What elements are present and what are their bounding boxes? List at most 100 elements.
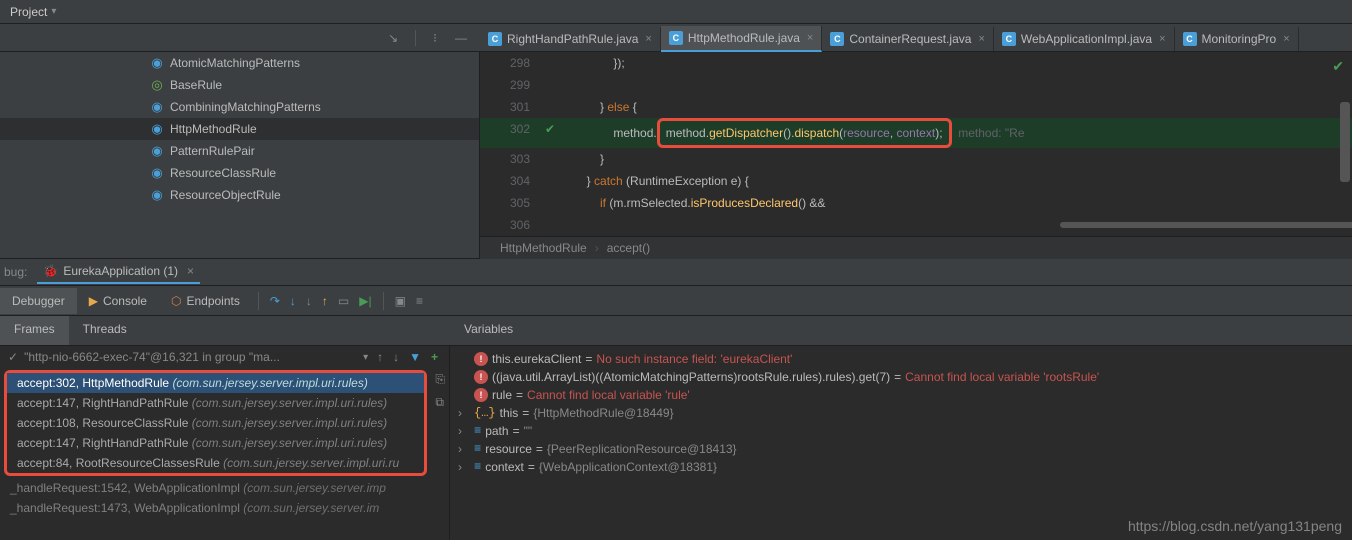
expand-icon[interactable]: › bbox=[458, 406, 470, 420]
copy-icon[interactable]: ⧉ bbox=[435, 395, 445, 410]
breadcrumb: HttpMethodRule › accept() bbox=[480, 236, 1352, 259]
console-tab[interactable]: ▶Console bbox=[77, 288, 159, 314]
tree-item-combiningmatchingpatterns[interactable]: ◉CombiningMatchingPatterns bbox=[0, 96, 479, 118]
debug-label: bug: bbox=[4, 265, 27, 279]
tree-item-atomicmatchingpatterns[interactable]: ◉AtomicMatchingPatterns bbox=[0, 52, 479, 74]
previous-frame-icon[interactable]: ↑ bbox=[374, 350, 386, 364]
frames-tab[interactable]: Frames bbox=[0, 316, 69, 345]
force-step-into-icon[interactable]: ↓ bbox=[301, 294, 317, 308]
java-file-icon: C bbox=[1183, 32, 1197, 46]
close-icon[interactable]: × bbox=[978, 33, 984, 45]
java-file-icon: C bbox=[830, 32, 844, 46]
expand-icon[interactable]: › bbox=[458, 424, 470, 438]
variable-row[interactable]: ›≡path = "" bbox=[450, 422, 1352, 440]
breakpoint-hit-icon: ✔ bbox=[540, 118, 560, 148]
project-label: Project bbox=[10, 5, 47, 19]
variables-panel: !this.eurekaClient = No such instance fi… bbox=[450, 346, 1352, 540]
run-to-cursor-icon[interactable]: ▶| bbox=[354, 294, 376, 308]
line-number: 298 bbox=[480, 52, 540, 74]
field-icon: ≡ bbox=[474, 442, 481, 456]
step-out-icon[interactable]: ↑ bbox=[317, 294, 333, 308]
breadcrumb-item[interactable]: HttpMethodRule bbox=[500, 241, 587, 255]
tab-httpmethodrule[interactable]: CHttpMethodRule.java× bbox=[661, 26, 823, 52]
vertical-scrollbar[interactable] bbox=[1340, 102, 1350, 182]
stack-frame[interactable]: accept:108, ResourceClassRule (com.sun.j… bbox=[7, 413, 424, 433]
stack-frame[interactable]: accept:147, RightHandPathRule (com.sun.j… bbox=[7, 433, 424, 453]
class-icon: ◉ bbox=[150, 122, 164, 136]
next-frame-icon[interactable]: ↓ bbox=[390, 350, 402, 364]
drop-frame-icon[interactable]: ▭ bbox=[333, 294, 354, 308]
variable-row[interactable]: ›≡resource = {PeerReplicationResource@18… bbox=[450, 440, 1352, 458]
tree-item-resourceobjectrule[interactable]: ◉ResourceObjectRule bbox=[0, 184, 479, 206]
collapse-icon[interactable]: ↘ bbox=[383, 31, 403, 45]
filter-icon[interactable]: ▼ bbox=[406, 350, 424, 364]
expand-icon[interactable]: › bbox=[458, 442, 470, 456]
error-icon: ! bbox=[474, 388, 488, 402]
tab-webapplicationimpl[interactable]: CWebApplicationImpl.java× bbox=[994, 27, 1175, 51]
settings-icon[interactable]: ⁝ bbox=[428, 31, 442, 45]
variable-row[interactable]: ›≡context = {WebApplicationContext@18381… bbox=[450, 458, 1352, 476]
class-icon: ◉ bbox=[150, 100, 164, 114]
highlighted-expression: method.getDispatcher().dispatch(resource… bbox=[657, 118, 952, 148]
debugger-tab[interactable]: Debugger bbox=[0, 288, 77, 314]
frame-side-tools: ⎘ ⧉ bbox=[431, 368, 449, 518]
expand-icon[interactable]: › bbox=[458, 460, 470, 474]
java-file-icon: C bbox=[488, 32, 502, 46]
line-number: 303 bbox=[480, 148, 540, 170]
tab-righthandpathrule[interactable]: CRightHandPathRule.java× bbox=[480, 27, 661, 51]
java-file-icon: C bbox=[1002, 32, 1016, 46]
close-icon[interactable]: × bbox=[1283, 33, 1289, 45]
stack-frame[interactable]: accept:84, RootResourceClassesRule (com.… bbox=[7, 453, 424, 473]
tab-monitoringpro[interactable]: CMonitoringPro× bbox=[1175, 27, 1299, 51]
variable-row[interactable]: !((java.util.ArrayList)((AtomicMatchingP… bbox=[450, 368, 1352, 386]
thread-selector[interactable]: "http-nio-6662-exec-74"@16,321 in group … bbox=[24, 350, 357, 364]
variable-row[interactable]: !this.eurekaClient = No such instance fi… bbox=[450, 350, 1352, 368]
evaluate-icon[interactable]: ▣ bbox=[390, 294, 411, 308]
error-icon: ! bbox=[474, 370, 488, 384]
line-number: 305 bbox=[480, 192, 540, 214]
java-file-icon: C bbox=[669, 31, 683, 45]
frames-panel: ✓ "http-nio-6662-exec-74"@16,321 in grou… bbox=[0, 346, 450, 540]
tree-item-httpmethodrule[interactable]: ◉HttpMethodRule bbox=[0, 118, 479, 140]
thread-check-icon: ✓ bbox=[8, 350, 18, 364]
close-icon[interactable]: × bbox=[187, 264, 194, 278]
stack-frame[interactable]: _handleRequest:1542, WebApplicationImpl … bbox=[0, 478, 431, 498]
code-editor[interactable]: ✔ 298 }); 299 301 } else { 302✔ method.m… bbox=[480, 52, 1352, 258]
project-selector[interactable]: Project ▾ bbox=[0, 5, 66, 19]
variable-row[interactable]: ›{…}this = {HttpMethodRule@18449} bbox=[450, 404, 1352, 422]
threads-tab[interactable]: Threads bbox=[69, 316, 141, 345]
close-icon[interactable]: × bbox=[645, 33, 651, 45]
close-icon[interactable]: × bbox=[807, 32, 813, 44]
variable-row[interactable]: !rule = Cannot find local variable 'rule… bbox=[450, 386, 1352, 404]
step-over-icon[interactable]: ↷ bbox=[265, 294, 285, 308]
restore-icon[interactable]: ⎘ bbox=[435, 372, 445, 387]
bug-icon: 🐞 bbox=[43, 264, 58, 278]
add-icon[interactable]: + bbox=[428, 350, 441, 364]
breadcrumb-item[interactable]: accept() bbox=[607, 241, 650, 255]
line-number: 304 bbox=[480, 170, 540, 192]
line-number: 302 bbox=[480, 118, 540, 148]
line-number: 306 bbox=[480, 214, 540, 236]
debug-run-tab[interactable]: 🐞 EurekaApplication (1) × bbox=[37, 260, 200, 284]
stack-frame[interactable]: accept:302, HttpMethodRule (com.sun.jers… bbox=[7, 373, 424, 393]
minimize-icon[interactable]: — bbox=[450, 31, 472, 45]
chevron-down-icon: ▾ bbox=[51, 6, 56, 17]
divider bbox=[258, 292, 259, 310]
endpoints-tab[interactable]: ⬡Endpoints bbox=[159, 288, 252, 314]
horizontal-scrollbar[interactable] bbox=[1060, 222, 1352, 228]
class-icon: ◉ bbox=[150, 166, 164, 180]
trace-icon[interactable]: ≡ bbox=[411, 294, 428, 308]
chevron-down-icon[interactable]: ▾ bbox=[363, 352, 368, 363]
stack-frame[interactable]: _handleRequest:1473, WebApplicationImpl … bbox=[0, 498, 431, 518]
check-icon: ✔ bbox=[1332, 58, 1344, 75]
class-icon: ◉ bbox=[150, 188, 164, 202]
tree-item-patternrulepair[interactable]: ◉PatternRulePair bbox=[0, 140, 479, 162]
step-into-icon[interactable]: ↓ bbox=[285, 294, 301, 308]
tree-item-baserule[interactable]: ◎BaseRule bbox=[0, 74, 479, 96]
close-icon[interactable]: × bbox=[1159, 33, 1165, 45]
tab-containerrequest[interactable]: CContainerRequest.java× bbox=[822, 27, 994, 51]
stack-frame[interactable]: accept:147, RightHandPathRule (com.sun.j… bbox=[7, 393, 424, 413]
tree-item-resourceclassrule[interactable]: ◉ResourceClassRule bbox=[0, 162, 479, 184]
error-icon: ! bbox=[474, 352, 488, 366]
class-icon: ◉ bbox=[150, 144, 164, 158]
